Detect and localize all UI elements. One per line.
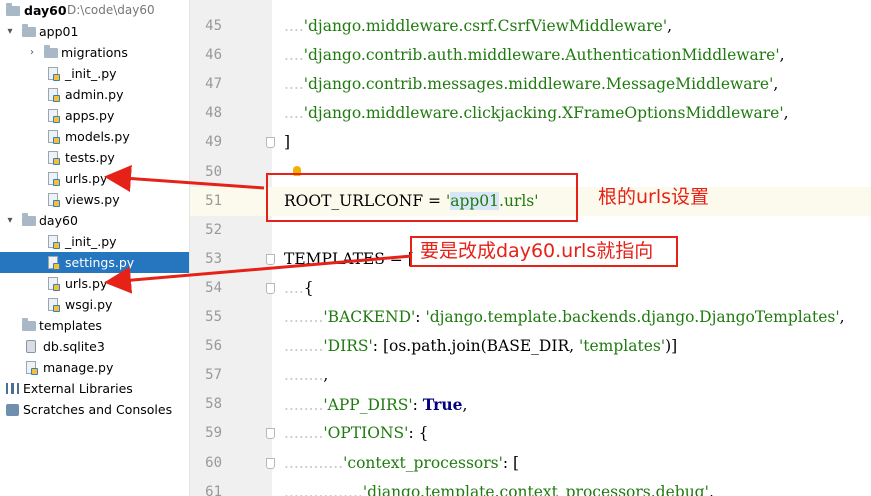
annotation-day60-urls: 要是改成day60.urls就指向	[420, 240, 654, 262]
annotation-root-urls: 根的urls设置	[598, 186, 710, 208]
arrow-to-app01-urls	[104, 165, 265, 192]
rooturlconf-highlight-box	[266, 173, 578, 222]
arrow-to-day60-urls	[104, 254, 413, 294]
